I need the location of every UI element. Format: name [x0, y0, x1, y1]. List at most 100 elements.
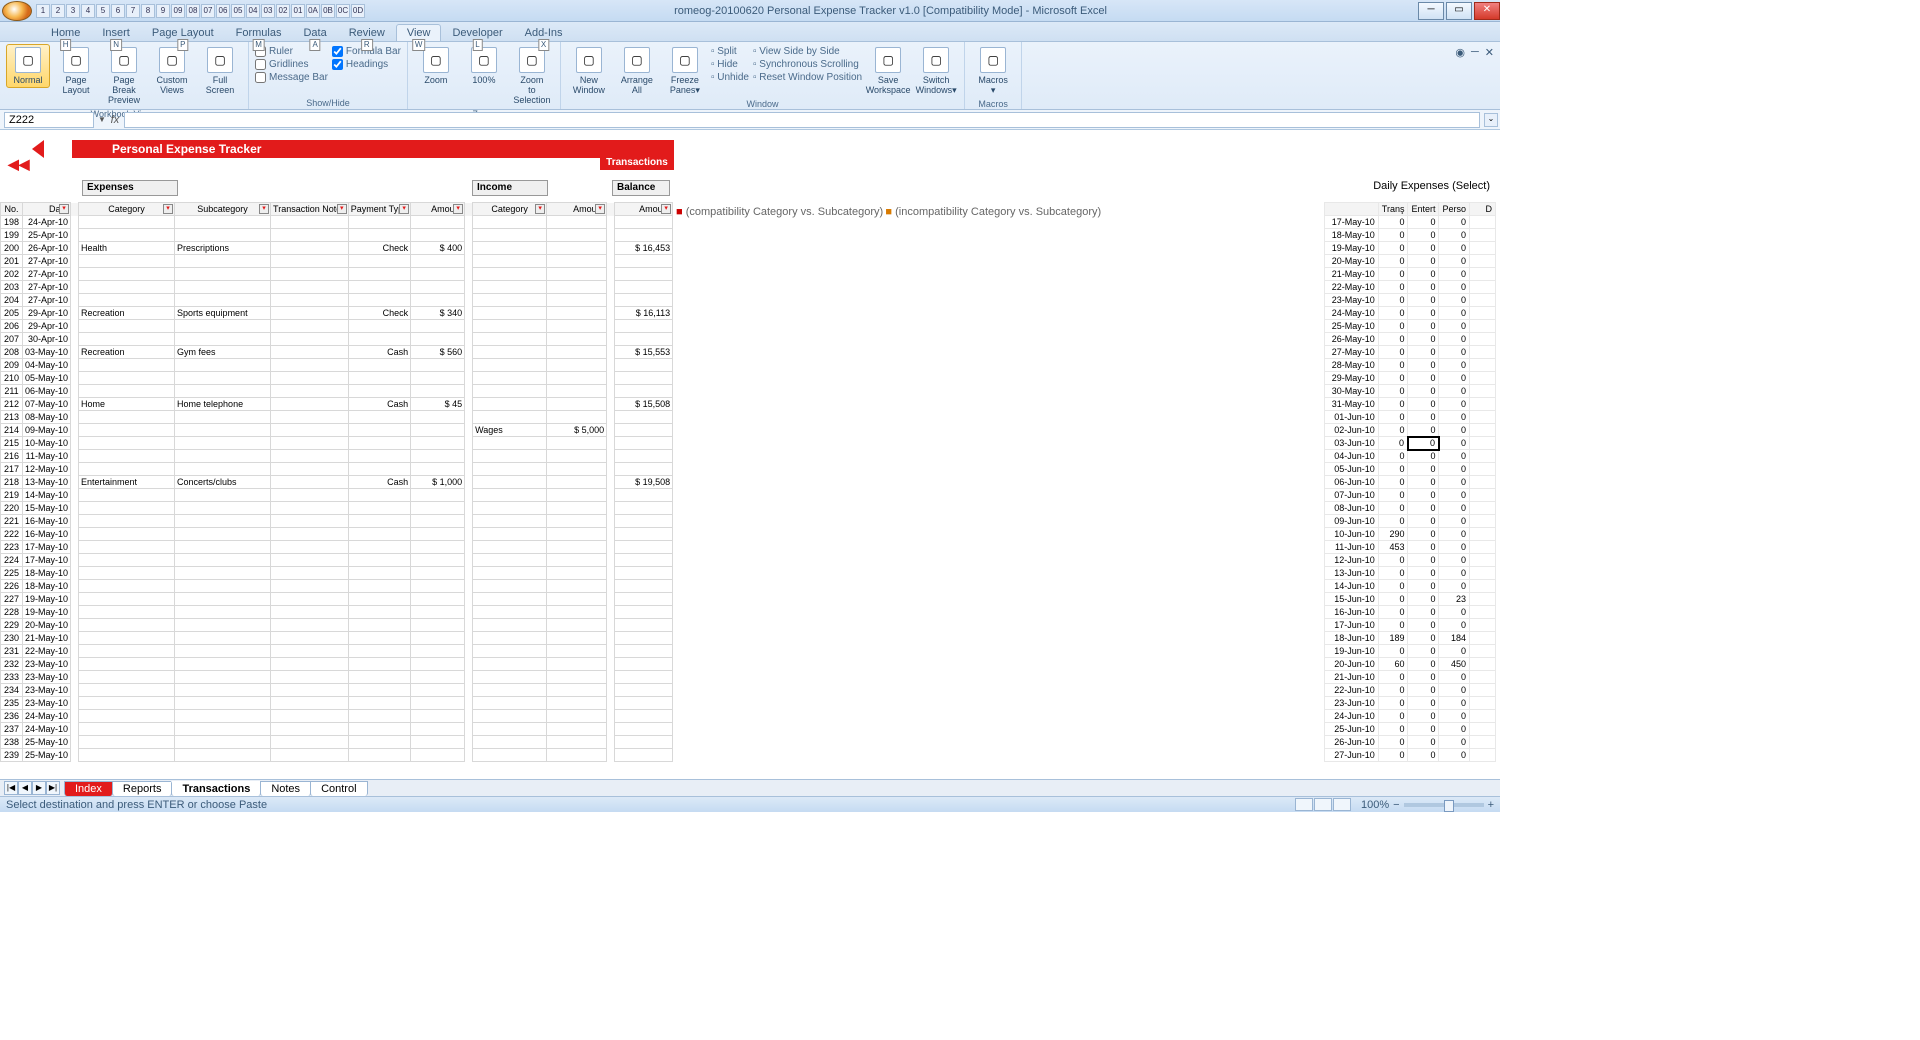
daily-row[interactable]: 28-May-10000 — [1324, 359, 1495, 372]
maximize-button[interactable]: ▭ — [1446, 2, 1472, 20]
filter-icon[interactable]: ▾ — [453, 204, 463, 214]
filter-icon[interactable]: ▾ — [535, 204, 545, 214]
nav-arrows-icon[interactable]: ◀◀ — [8, 156, 30, 173]
col-header[interactable] — [607, 203, 615, 216]
daily-row[interactable]: 01-Jun-10000 — [1324, 411, 1495, 424]
view-normal-button[interactable] — [1295, 798, 1313, 811]
new-window-button[interactable]: ▢NewWindow — [567, 44, 611, 98]
checkbox-message-bar[interactable]: Message Bar — [255, 72, 328, 83]
col-header[interactable]: Date▾ — [23, 203, 71, 216]
--button[interactable]: ▢100% — [462, 44, 506, 88]
daily-row[interactable]: 16-Jun-10000 — [1324, 606, 1495, 619]
daily-row[interactable]: 15-Jun-100023 — [1324, 593, 1495, 606]
filter-icon[interactable]: ▾ — [59, 204, 69, 214]
daily-row[interactable]: 06-Jun-10000 — [1324, 476, 1495, 489]
daily-row[interactable]: 22-Jun-10000 — [1324, 684, 1495, 697]
table-row[interactable]: 23323-May-10 — [1, 671, 673, 684]
zoom-to-selection-button[interactable]: ▢Zoomto Selection — [510, 44, 554, 108]
formula-input[interactable] — [124, 112, 1480, 128]
daily-row[interactable]: 05-Jun-10000 — [1324, 463, 1495, 476]
table-row[interactable]: 20427-Apr-10 — [1, 294, 673, 307]
daily-row[interactable]: 23-Jun-10000 — [1324, 697, 1495, 710]
qat-button[interactable]: 4 — [81, 4, 95, 18]
switch-windows--button[interactable]: ▢SwitchWindows▾ — [914, 44, 958, 98]
table-row[interactable]: 23925-May-10 — [1, 749, 673, 762]
ribbon-tab-review[interactable]: ReviewR — [338, 24, 396, 41]
save-workspace-button[interactable]: ▢SaveWorkspace — [866, 44, 910, 98]
daily-col-header[interactable]: Tranş — [1378, 203, 1408, 216]
fx-icon[interactable]: fx — [106, 114, 124, 126]
worksheet[interactable]: ◀◀ Personal Expense Tracker Transactions… — [0, 130, 1500, 792]
daily-row[interactable]: 19-May-10000 — [1324, 242, 1495, 255]
col-header[interactable]: Payment Type▾ — [348, 203, 410, 216]
daily-expenses-table[interactable]: TranşEntertPersoD 17-May-1000018-May-100… — [1324, 202, 1496, 762]
daily-row[interactable]: 25-Jun-10000 — [1324, 723, 1495, 736]
synchronous-scrolling-button[interactable]: ▫ Synchronous Scrolling — [753, 59, 862, 70]
full-screen-button[interactable]: ▢FullScreen — [198, 44, 242, 98]
qat-button[interactable]: 08 — [186, 4, 200, 18]
daily-row[interactable]: 21-Jun-10000 — [1324, 671, 1495, 684]
zoom-level[interactable]: 100% — [1361, 799, 1389, 811]
freeze-panes--button[interactable]: ▢FreezePanes▾ — [663, 44, 707, 98]
ribbon-minimize-icon[interactable]: ─ — [1471, 46, 1479, 58]
daily-row[interactable]: 11-Jun-1045300 — [1324, 541, 1495, 554]
sheet-tab-index[interactable]: Index — [64, 781, 113, 796]
qat-button[interactable]: 0A — [306, 4, 320, 18]
hide-button[interactable]: ▫ Hide — [711, 59, 749, 70]
unhide-button[interactable]: ▫ Unhide — [711, 72, 749, 83]
table-row[interactable]: 23021-May-10 — [1, 632, 673, 645]
daily-row[interactable]: 22-May-10000 — [1324, 281, 1495, 294]
page-layout-button[interactable]: ▢PageLayout — [54, 44, 98, 98]
filter-icon[interactable]: ▾ — [399, 204, 409, 214]
daily-col-header[interactable]: Entert — [1408, 203, 1439, 216]
qat-button[interactable]: 6 — [111, 4, 125, 18]
normal-button[interactable]: ▢Normal — [6, 44, 50, 88]
table-row[interactable]: 21510-May-10 — [1, 437, 673, 450]
daily-row[interactable]: 25-May-10000 — [1324, 320, 1495, 333]
qat-button[interactable]: 04 — [246, 4, 260, 18]
table-row[interactable]: 20629-Apr-10 — [1, 320, 673, 333]
col-header[interactable]: Subcategory▾ — [175, 203, 271, 216]
daily-row[interactable]: 02-Jun-10000 — [1324, 424, 1495, 437]
col-header[interactable]: Category▾ — [473, 203, 547, 216]
qat-button[interactable]: 0B — [321, 4, 335, 18]
table-row[interactable]: 20127-Apr-10 — [1, 255, 673, 268]
checkbox-headings[interactable]: Headings — [332, 59, 401, 70]
table-row[interactable]: 21308-May-10 — [1, 411, 673, 424]
daily-row[interactable]: 26-May-10000 — [1324, 333, 1495, 346]
qat-button[interactable]: 0D — [351, 4, 365, 18]
close-button[interactable]: ✕ — [1474, 2, 1500, 20]
qat-button[interactable]: 5 — [96, 4, 110, 18]
arrange-all-button[interactable]: ▢ArrangeAll — [615, 44, 659, 98]
table-row[interactable]: 23223-May-10 — [1, 658, 673, 671]
sheet-tab-transactions[interactable]: Transactions — [171, 781, 261, 796]
table-row[interactable]: 22920-May-10 — [1, 619, 673, 632]
qat-button[interactable]: 8 — [141, 4, 155, 18]
col-header[interactable]: Category▾ — [79, 203, 175, 216]
tab-nav-first[interactable]: |◀ — [4, 781, 18, 795]
ribbon-tab-data[interactable]: DataA — [292, 24, 337, 41]
reset-window-position-button[interactable]: ▫ Reset Window Position — [753, 72, 862, 83]
table-row[interactable]: 21409-May-10Wages$ 5,000 — [1, 424, 673, 437]
qat-button[interactable]: 7 — [126, 4, 140, 18]
table-row[interactable]: 21106-May-10 — [1, 385, 673, 398]
daily-col-header[interactable]: Perso — [1439, 203, 1470, 216]
daily-row[interactable]: 10-Jun-1029000 — [1324, 528, 1495, 541]
table-row[interactable]: 22116-May-10 — [1, 515, 673, 528]
sheet-tab-reports[interactable]: Reports — [112, 781, 173, 796]
daily-row[interactable]: 14-Jun-10000 — [1324, 580, 1495, 593]
table-row[interactable]: 23523-May-10 — [1, 697, 673, 710]
table-row[interactable]: 22819-May-10 — [1, 606, 673, 619]
daily-row[interactable]: 26-Jun-10000 — [1324, 736, 1495, 749]
qat-button[interactable]: 07 — [201, 4, 215, 18]
ribbon-tab-formulas[interactable]: FormulasM — [225, 24, 293, 41]
tab-nav-prev[interactable]: ◀ — [18, 781, 32, 795]
qat-button[interactable]: 2 — [51, 4, 65, 18]
office-button[interactable] — [2, 1, 32, 21]
zoom-slider[interactable] — [1404, 803, 1484, 807]
table-row[interactable]: 23825-May-10 — [1, 736, 673, 749]
ribbon-tab-page-layout[interactable]: Page LayoutP — [141, 24, 225, 41]
table-row[interactable]: 19925-Apr-10 — [1, 229, 673, 242]
qat-button[interactable]: 3 — [66, 4, 80, 18]
view-side-by-side-button[interactable]: ▫ View Side by Side — [753, 46, 862, 57]
